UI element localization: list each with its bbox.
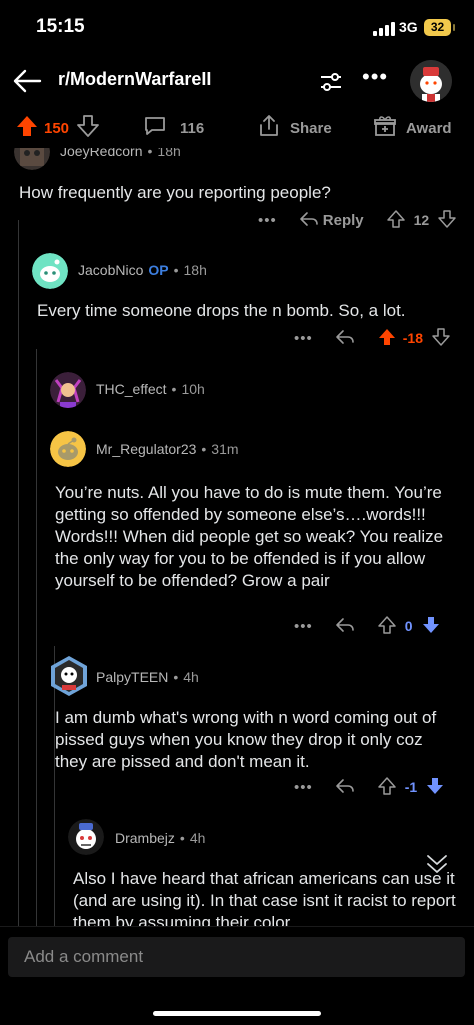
comment-header: Mr_Regulator23 • 31m	[96, 441, 239, 457]
more-icon[interactable]: •••	[362, 64, 388, 90]
upvote-icon[interactable]	[386, 209, 406, 232]
comment-body: How frequently are you reporting people?	[19, 183, 331, 202]
avatar[interactable]	[50, 372, 86, 408]
upvote-icon[interactable]	[14, 113, 40, 143]
comment-time: 4h	[183, 669, 199, 685]
comment-actions: ••• -18	[294, 325, 451, 351]
username[interactable]: PalpyTEEN	[96, 669, 168, 685]
comment-header[interactable]: THC_effect • 10h	[96, 381, 205, 397]
username[interactable]: JacobNico	[78, 262, 143, 278]
avatar[interactable]	[48, 655, 90, 697]
comment-body: Also I have heard that african americans…	[73, 869, 456, 926]
back-arrow-icon[interactable]	[10, 64, 44, 98]
comment-input[interactable]: Add a comment	[8, 937, 465, 977]
avatar[interactable]	[32, 253, 68, 289]
downvote-icon[interactable]	[431, 327, 451, 350]
more-icon[interactable]: •••	[294, 330, 313, 347]
post-vote-group: 150	[14, 108, 101, 148]
share-icon	[256, 113, 282, 143]
downvote-icon[interactable]	[437, 209, 457, 232]
username[interactable]: JoeyRedcorn	[60, 148, 143, 159]
top-nav: r/ModernWarfareII •••	[0, 56, 474, 106]
comment-header: PalpyTEEN • 4h	[96, 669, 199, 685]
avatar[interactable]	[14, 148, 50, 170]
comment-actions: ••• 0	[294, 613, 441, 639]
post-action-bar: 150 116 Share Award	[0, 108, 474, 148]
reply-button[interactable]: Reply	[323, 212, 364, 229]
reply-icon[interactable]	[335, 616, 355, 637]
comment-score: 12	[413, 212, 430, 228]
thread-line[interactable]	[36, 349, 37, 926]
sort-icon[interactable]	[318, 69, 344, 95]
downvote-icon[interactable]	[421, 615, 441, 638]
post-score: 150	[44, 119, 70, 137]
more-icon[interactable]: •••	[294, 779, 313, 796]
battery-icon: 32	[424, 19, 455, 36]
comment-actions: ••• -1	[294, 774, 445, 800]
award-icon	[372, 113, 398, 143]
comment-icon	[142, 113, 168, 143]
username[interactable]: Drambejz	[115, 830, 175, 846]
subreddit-title[interactable]: r/ModernWarfareII	[58, 69, 211, 90]
reply-icon[interactable]	[335, 328, 355, 349]
comment-time: 10h	[181, 381, 205, 397]
award-button[interactable]: Award	[372, 108, 452, 148]
comment-time: 18h	[157, 148, 181, 159]
upvote-icon[interactable]	[377, 776, 397, 799]
award-label: Award	[406, 119, 452, 137]
home-indicator[interactable]	[153, 1011, 321, 1016]
signal-icon	[373, 22, 395, 36]
downvote-icon[interactable]	[425, 776, 445, 799]
comment-composer-bar: Add a comment	[0, 926, 474, 1025]
upvote-icon[interactable]	[377, 615, 397, 638]
avatar[interactable]	[50, 431, 86, 467]
username[interactable]: Mr_Regulator23	[96, 441, 196, 457]
more-icon[interactable]: •••	[294, 618, 313, 635]
thread-line[interactable]	[18, 220, 19, 926]
status-bar: 15:15 3G 32	[0, 0, 474, 56]
username[interactable]: THC_effect	[96, 381, 167, 397]
more-icon[interactable]: •••	[258, 212, 277, 229]
comment-score: -1	[404, 779, 418, 795]
comment-time: 31m	[211, 441, 239, 457]
comments-button[interactable]: 116	[142, 108, 204, 148]
share-button[interactable]: Share	[256, 108, 332, 148]
user-avatar[interactable]	[410, 60, 452, 102]
comment-count: 116	[180, 119, 205, 137]
share-label: Share	[290, 119, 332, 137]
comment-score: -18	[402, 330, 423, 346]
status-time: 15:15	[36, 16, 85, 37]
reply-icon[interactable]	[299, 210, 319, 231]
comment-body: You’re nuts. All you have to do is mute …	[55, 483, 444, 590]
downvote-icon[interactable]	[75, 113, 101, 143]
op-badge: OP	[148, 262, 169, 278]
upvote-icon[interactable]	[377, 327, 397, 350]
comment-header: JacobNico OP • 18h	[78, 262, 207, 278]
avatar[interactable]	[68, 819, 104, 855]
reply-icon[interactable]	[335, 777, 355, 798]
comment-body: I am dumb what's wrong with n word comin…	[55, 708, 437, 771]
comment-header: JoeyRedcorn • 18h	[60, 148, 181, 159]
comment-body: Every time someone drops the n bomb. So,…	[37, 301, 406, 320]
comment-score: 0	[404, 618, 413, 634]
network-type: 3G	[399, 19, 418, 35]
comment-time: 4h	[189, 830, 206, 846]
comment-header: Drambejz • 4h	[115, 830, 206, 846]
comment-actions: ••• Reply 12	[258, 207, 457, 233]
comment-time: 18h	[183, 262, 207, 278]
comment-thread: JoeyRedcorn • 18h How frequently are you r…	[0, 148, 474, 926]
